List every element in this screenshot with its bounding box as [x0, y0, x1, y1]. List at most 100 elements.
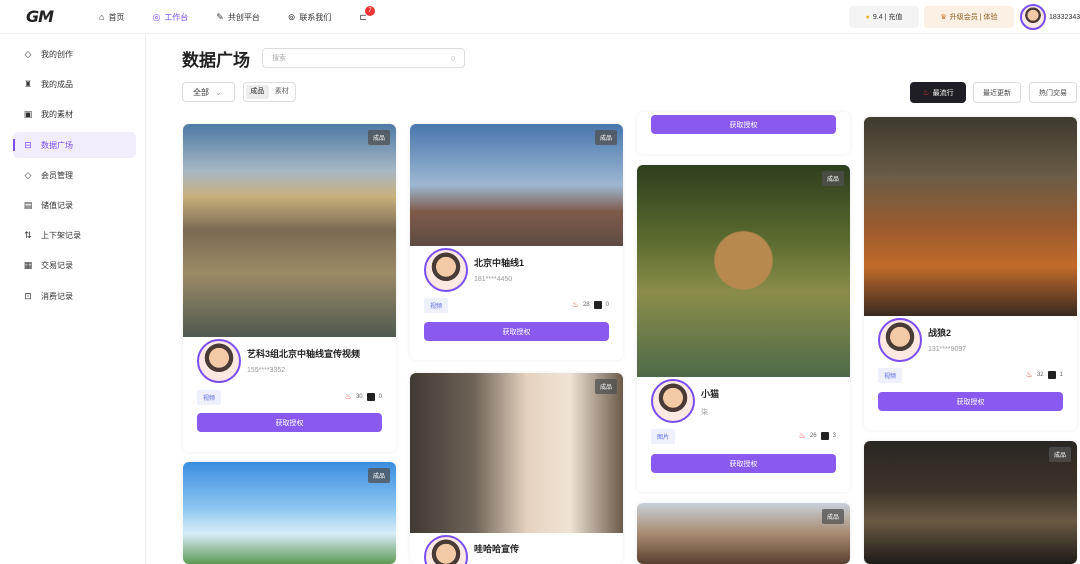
card-image [183, 124, 396, 337]
workbench-icon: ◎ [152, 11, 161, 22]
consume-icon: ⊡ [24, 290, 32, 301]
nav-workbench[interactable]: ◎ 工作台 [152, 12, 188, 23]
chevron-down-icon: ⌄ [215, 87, 222, 97]
fire-icon: ♨ [571, 300, 579, 309]
product-tag: 成品 [821, 509, 844, 524]
top-bar: GM ⌂ 首页 ◎ 工作台 ✎ 共创平台 ⊚ 联系我们 ⊏ 7 ● 9.4 | 充值 ♛ 升级… [0, 0, 1080, 34]
card-title: 战狼2 [928, 328, 952, 338]
type-segmented-control: 成品 素材 [243, 82, 296, 102]
comment-icon [593, 300, 602, 309]
logo[interactable]: GM [26, 7, 54, 26]
author-avatar [878, 318, 922, 362]
crown-icon: ♛ [940, 14, 947, 21]
recharge-button[interactable]: ● 9.4 | 充值 [849, 6, 919, 28]
comment-icon [366, 392, 375, 401]
fire-icon: ♨ [344, 392, 352, 401]
sidebar-item-trade-records[interactable]: ▦ 交易记录 [13, 252, 136, 278]
card-title: 北京中轴线1 [474, 258, 525, 268]
card-stats: ♨ 30 0 [344, 392, 382, 401]
sidebar-item-deposit-records[interactable]: ▤ 储值记录 [13, 192, 136, 218]
main-nav: ⌂ 首页 ◎ 工作台 ✎ 共创平台 ⊚ 联系我们 ⊏ 7 [99, 0, 375, 34]
author-name: 柒 [701, 409, 708, 416]
work-card[interactable]: 成品 [637, 503, 850, 564]
card-image [864, 441, 1077, 564]
work-card[interactable]: 成品 小猫 柒 图片 ♨ 26 3 获取授权 [637, 165, 850, 492]
segment-material[interactable]: 素材 [271, 85, 294, 99]
nav-cocreate[interactable]: ✎ 共创平台 [216, 12, 260, 23]
work-card[interactable]: 成品 哇哈哈宣传 [410, 373, 623, 564]
sidebar-item-data-square[interactable]: ⊟ 数据广场 [13, 132, 136, 158]
user-avatar [1020, 4, 1046, 30]
product-tag: 成品 [594, 130, 617, 145]
sidebar-item-member-management[interactable]: ◇ 会员管理 [13, 162, 136, 188]
work-card[interactable]: 获取授权 [637, 112, 850, 154]
card-stats: ♨ 26 3 [798, 431, 836, 440]
user-menu[interactable]: 18332343 [1020, 4, 1080, 30]
sidebar-item-consume-records[interactable]: ⊡ 消费记录 [13, 283, 136, 309]
work-card[interactable]: 战狼2 131****9097 视频 ♨ 32 1 获取授权 [864, 117, 1077, 430]
fire-icon: ♨ [922, 88, 930, 97]
product-tag: 成品 [1048, 447, 1071, 462]
type-badge: 视频 [878, 368, 903, 383]
category-dropdown[interactable]: 全部 ⌄ [182, 82, 235, 102]
sidebar-item-my-products[interactable]: ♜ 我的成品 [13, 71, 136, 97]
coin-icon: ● [865, 13, 870, 21]
products-icon: ♜ [23, 78, 33, 89]
segment-product[interactable]: 成品 [246, 85, 269, 99]
get-license-button[interactable]: 获取授权 [424, 322, 609, 341]
materials-icon: ▣ [23, 108, 33, 119]
nav-contact[interactable]: ⊚ 联系我们 [288, 12, 332, 23]
author-avatar [424, 535, 468, 564]
work-card[interactable]: 成品 [864, 441, 1077, 564]
type-badge: 视频 [424, 298, 449, 313]
product-tag: 成品 [367, 130, 390, 145]
work-card[interactable]: 成品 艺科3组北京中轴线宣传视频 155****3352 视频 ♨ 30 0 获取授… [183, 124, 396, 452]
comment-icon [1047, 370, 1056, 379]
get-license-button[interactable]: 获取授权 [651, 454, 836, 473]
type-badge: 图片 [651, 429, 676, 444]
trade-icon: ▦ [23, 259, 33, 270]
type-badge: 视频 [197, 390, 222, 405]
contact-icon: ⊚ [287, 11, 296, 22]
diamond-icon: ◇ [24, 48, 32, 59]
card-stats: ♨ 32 1 [1025, 370, 1063, 379]
updown-icon: ⇅ [24, 229, 32, 240]
sidebar-item-my-creation[interactable]: ◇ 我的创作 [13, 41, 136, 67]
get-license-button[interactable]: 获取授权 [197, 413, 382, 432]
sidebar: ◇ 我的创作 ♜ 我的成品 ▣ 我的素材 ⊟ 数据广场 ◇ 会员管理 ▤ 储值记录 ⇅ 上下架… [0, 35, 146, 564]
product-tag: 成品 [367, 468, 390, 483]
notification-badge: 7 [365, 5, 375, 16]
card-stats: ♨ 28 0 [571, 300, 609, 309]
get-license-button[interactable]: 获取授权 [878, 392, 1063, 411]
fire-icon: ♨ [798, 431, 806, 440]
product-tag: 成品 [821, 171, 844, 186]
card-image [183, 462, 396, 564]
sort-recent-button[interactable]: 最近更新 [973, 82, 1021, 103]
pen-icon: ✎ [216, 11, 224, 22]
card-image [637, 165, 850, 377]
card-image [410, 124, 623, 246]
sort-hot-trade-button[interactable]: 热门交易 [1029, 82, 1077, 103]
author-phone: 181****4450 [474, 276, 513, 283]
home-icon: ⌂ [99, 12, 105, 22]
get-license-button[interactable]: 获取授权 [651, 115, 836, 134]
card-title: 哇哈哈宣传 [474, 544, 520, 554]
search-input[interactable]: 搜索 ○ [262, 48, 465, 68]
sidebar-item-my-materials[interactable]: ▣ 我的素材 [13, 101, 136, 127]
author-phone: 155****3352 [247, 367, 286, 374]
author-avatar [651, 379, 695, 423]
card-title: 艺科3组北京中轴线宣传视频 [247, 349, 361, 359]
sidebar-item-listing-records[interactable]: ⇅ 上下架记录 [13, 222, 136, 248]
work-card[interactable]: 成品 北京中轴线1 181****4450 视频 ♨ 28 0 获取授权 [410, 124, 623, 360]
search-icon: ○ [450, 53, 456, 63]
comment-icon [820, 431, 829, 440]
nav-home[interactable]: ⌂ 首页 [99, 12, 124, 23]
notification-button[interactable]: ⊏ 7 [359, 5, 375, 23]
sort-popular-button[interactable]: ♨ 最流行 [910, 82, 966, 103]
author-avatar [424, 248, 468, 292]
card-image [864, 117, 1077, 316]
member-icon: ◇ [24, 169, 32, 180]
upgrade-member-button[interactable]: ♛ 升级会员 | 体验 [924, 6, 1014, 28]
product-tag: 成品 [594, 379, 617, 394]
work-card[interactable]: 成品 [183, 462, 396, 564]
